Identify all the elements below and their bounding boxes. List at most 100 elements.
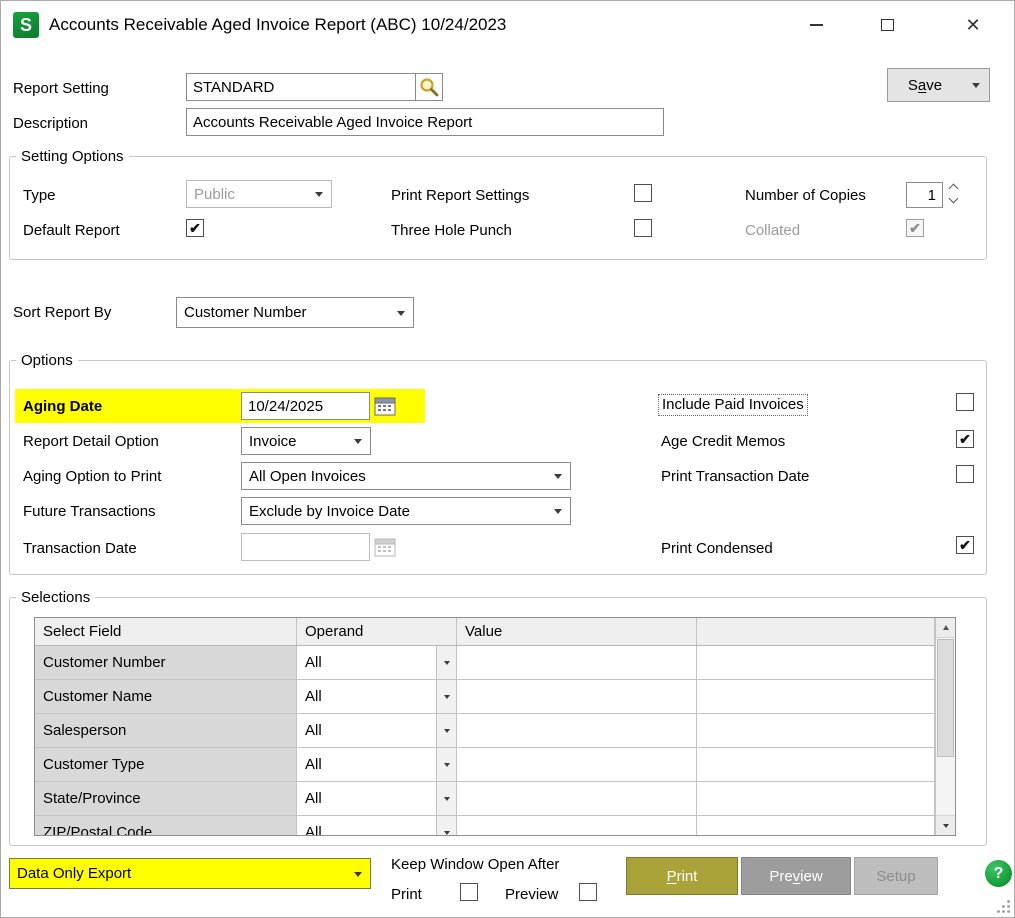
sort-report-by-select[interactable]: Customer Number (176, 297, 414, 328)
type-select[interactable]: Public (186, 180, 332, 208)
magnifier-icon (418, 76, 440, 98)
include-paid-invoices-checkbox[interactable] (956, 393, 974, 411)
options-legend: Options (16, 352, 78, 369)
resize-grip[interactable] (996, 899, 1011, 914)
default-report-label: Default Report (23, 222, 120, 240)
description-input[interactable]: Accounts Receivable Aged Invoice Report (186, 108, 664, 136)
column-header-select-field: Select Field (35, 618, 297, 645)
print-report-settings-label: Print Report Settings (391, 187, 529, 205)
report-setting-input[interactable]: STANDARD (186, 73, 416, 101)
save-button[interactable]: Save (887, 68, 963, 102)
help-button[interactable]: ? (985, 860, 1012, 887)
operand-cell[interactable]: All (297, 816, 457, 836)
print-button-label: Print (667, 868, 698, 885)
value-cell[interactable] (457, 782, 697, 816)
value-cell[interactable] (457, 646, 697, 680)
operand-dropdown-button[interactable] (436, 646, 456, 679)
value-cell[interactable] (457, 714, 697, 748)
preview-button[interactable]: Preview (741, 857, 851, 895)
table-scrollbar[interactable] (935, 618, 955, 835)
keep-preview-checkbox[interactable] (579, 883, 597, 901)
future-transactions-select[interactable]: Exclude by Invoice Date (241, 497, 571, 525)
extra-cell (697, 646, 935, 680)
operand-value: All (305, 722, 322, 739)
three-hole-punch-label: Three Hole Punch (391, 222, 512, 240)
scrollbar-thumb[interactable] (937, 639, 954, 757)
triangle-down-icon (943, 824, 949, 828)
default-report-checkbox[interactable]: ✔ (186, 219, 204, 237)
age-credit-memos-label: Age Credit Memos (661, 433, 785, 451)
chevron-down-icon (354, 872, 362, 877)
print-condensed-checkbox[interactable]: ✔ (956, 536, 974, 554)
triangle-up-icon (943, 625, 949, 630)
minimize-button[interactable] (796, 8, 836, 42)
operand-dropdown-button[interactable] (436, 680, 456, 713)
close-button[interactable]: ✕ (953, 8, 993, 42)
report-detail-option-select[interactable]: Invoice (241, 427, 371, 455)
operand-cell[interactable]: All (297, 714, 457, 748)
operand-cell[interactable]: All (297, 646, 457, 680)
table-row: ZIP/Postal Code All (35, 816, 935, 836)
title-bar: S Accounts Receivable Aged Invoice Repor… (1, 1, 1014, 49)
operand-value: All (305, 756, 322, 773)
table-header-row: Select Field Operand Value (35, 618, 935, 646)
scroll-down-icon[interactable] (936, 815, 955, 835)
aging-date-input[interactable]: 10/24/2025 (241, 392, 370, 420)
calendar-icon (374, 537, 396, 557)
operand-cell[interactable]: All (297, 680, 457, 714)
print-button[interactable]: Print (626, 857, 738, 895)
extra-cell (697, 816, 935, 836)
collated-label: Collated (745, 222, 800, 240)
lookup-button[interactable] (416, 73, 443, 101)
column-header-operand: Operand (297, 618, 457, 645)
table-row: Salesperson All (35, 714, 935, 748)
keep-print-label: Print (391, 886, 422, 904)
aging-option-to-print-select[interactable]: All Open Invoices (241, 462, 571, 490)
operand-dropdown-button[interactable] (436, 748, 456, 781)
table-row: State/Province All (35, 782, 935, 816)
report-setting-value: STANDARD (193, 79, 274, 96)
keep-print-checkbox[interactable] (460, 883, 478, 901)
operand-dropdown-button[interactable] (436, 782, 456, 815)
three-hole-punch-checkbox[interactable] (634, 219, 652, 237)
number-of-copies-input[interactable]: 1 (906, 182, 943, 208)
sort-report-by-value: Customer Number (184, 304, 307, 321)
chevron-down-icon (444, 763, 450, 767)
print-transaction-date-checkbox[interactable] (956, 465, 974, 483)
age-credit-memos-checkbox[interactable]: ✔ (956, 430, 974, 448)
save-dropdown-button[interactable] (962, 68, 990, 102)
operand-cell[interactable]: All (297, 782, 457, 816)
aging-date-label: Aging Date (23, 398, 102, 416)
operand-dropdown-button[interactable] (436, 714, 456, 747)
question-mark-icon: ? (994, 865, 1004, 883)
scroll-up-icon[interactable] (936, 618, 955, 638)
print-transaction-date-label: Print Transaction Date (661, 468, 809, 486)
operand-value: All (305, 790, 322, 807)
maximize-button[interactable] (867, 8, 907, 42)
export-format-select[interactable]: Data Only Export (9, 858, 371, 889)
selections-legend: Selections (16, 589, 95, 606)
aging-date-calendar-button[interactable] (372, 393, 398, 419)
save-label: Save (908, 77, 942, 94)
extra-cell (697, 782, 935, 816)
operand-value: All (305, 824, 322, 836)
spin-up-icon[interactable] (947, 182, 960, 192)
operand-value: All (305, 654, 322, 671)
value-cell[interactable] (457, 748, 697, 782)
chevron-down-icon (554, 509, 562, 514)
operand-dropdown-button[interactable] (436, 816, 456, 836)
spin-down-icon[interactable] (947, 195, 960, 205)
operand-cell[interactable]: All (297, 748, 457, 782)
chevron-down-icon (444, 831, 450, 835)
aging-option-to-print-value: All Open Invoices (249, 468, 366, 485)
select-field-cell: State/Province (35, 782, 297, 816)
window-title: Accounts Receivable Aged Invoice Report … (49, 15, 506, 35)
value-cell[interactable] (457, 680, 697, 714)
print-report-settings-checkbox[interactable] (634, 184, 652, 202)
value-cell[interactable] (457, 816, 697, 836)
calendar-icon (374, 396, 396, 416)
aging-date-value: 10/24/2025 (248, 398, 323, 415)
chevron-down-icon (972, 83, 980, 88)
keep-preview-label: Preview (505, 886, 558, 904)
chevron-down-icon (354, 439, 362, 444)
